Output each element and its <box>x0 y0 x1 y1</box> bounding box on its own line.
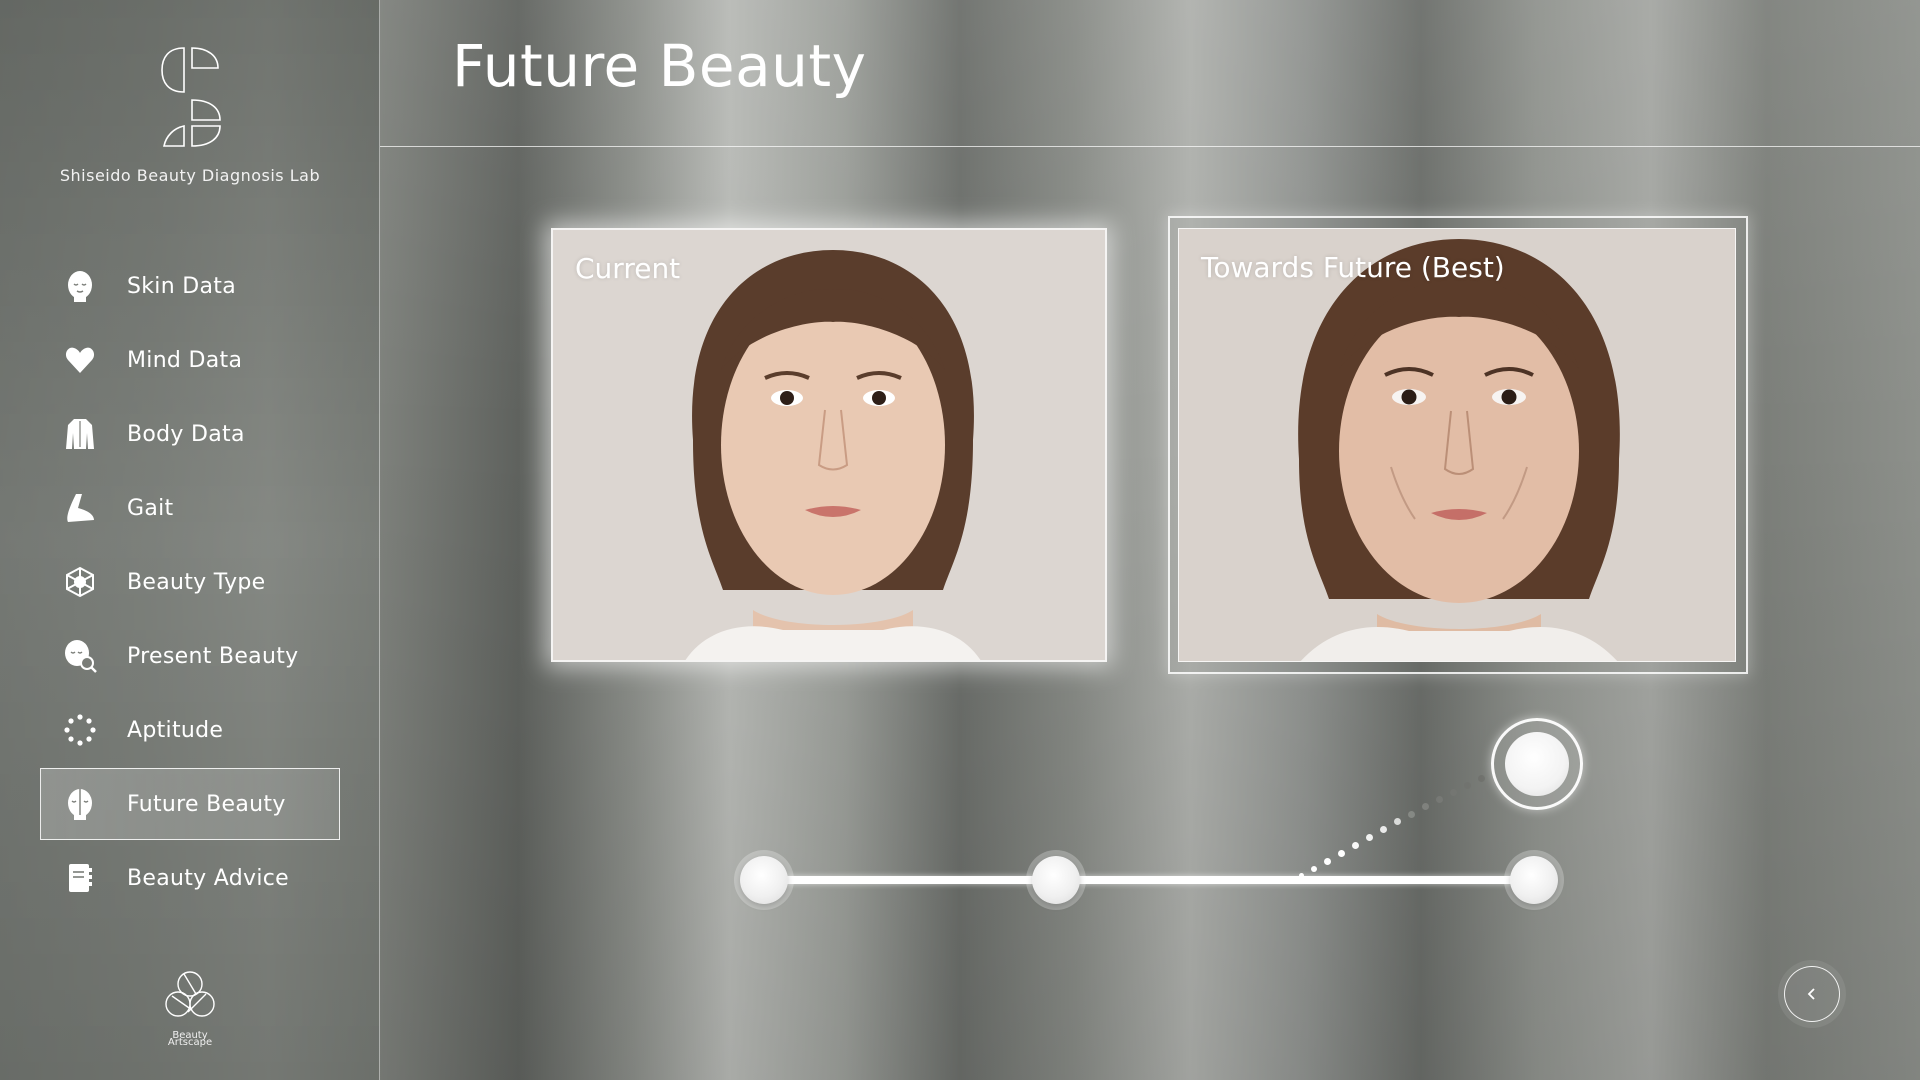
trail-dot <box>1366 834 1373 841</box>
sidebar-item-label: Present Beauty <box>127 643 299 669</box>
slider-handle-knob <box>1505 732 1569 796</box>
notebook-icon <box>63 861 97 895</box>
sidebar-item-skin-data[interactable]: Skin Data <box>40 250 340 322</box>
brand-name: Shiseido Beauty Diagnosis Lab <box>59 166 321 185</box>
sidebar-item-aptitude[interactable]: Aptitude <box>40 694 340 766</box>
heart-icon <box>63 343 97 377</box>
future-photo-panel: Towards Future (Best) <box>1178 228 1736 662</box>
trail-dot <box>1311 866 1317 872</box>
sidebar-item-label: Future Beauty <box>127 791 286 817</box>
sidebar-item-beauty-advice[interactable]: Beauty Advice <box>40 842 340 914</box>
footer-logo-text-2: Artscape <box>167 1037 213 1048</box>
sidebar-item-label: Gait <box>127 495 174 521</box>
sidebar-item-label: Beauty Advice <box>127 865 289 891</box>
current-portrait-image <box>553 230 1105 660</box>
torso-icon <box>63 417 97 451</box>
page-title: Future Beauty <box>452 32 867 100</box>
trail-dot <box>1436 796 1443 803</box>
trail-dot <box>1464 782 1471 789</box>
trail-dot <box>1352 842 1359 849</box>
chevron-left-icon <box>1807 988 1815 1000</box>
trail-dot <box>1478 775 1485 782</box>
foot-icon <box>63 491 97 525</box>
beauty-artscape-logo: Beauty Artscape <box>0 966 380 1048</box>
sidebar-item-gait[interactable]: Gait <box>40 472 340 544</box>
current-photo-label: Current <box>575 252 681 285</box>
brand-logo-block: Shiseido Beauty Diagnosis Lab <box>0 40 380 185</box>
beauty-artscape-logo-icon <box>165 971 215 1017</box>
sidebar: Shiseido Beauty Diagnosis Lab Skin Data … <box>0 0 380 1080</box>
sidebar-item-present-beauty[interactable]: Present Beauty <box>40 620 340 692</box>
trail-dot <box>1422 803 1429 810</box>
future-photo-label: Towards Future (Best) <box>1201 251 1505 284</box>
dotted-circle-icon <box>63 713 97 747</box>
current-photo-panel: Current <box>551 228 1107 662</box>
slider-track[interactable] <box>762 876 1542 884</box>
face-icon <box>63 269 97 303</box>
trail-dot <box>1338 850 1345 857</box>
sidebar-item-mind-data[interactable]: Mind Data <box>40 324 340 396</box>
slider-handle[interactable] <box>1491 718 1583 810</box>
slider-stop-3[interactable] <box>1510 856 1558 904</box>
sidebar-item-label: Aptitude <box>127 717 224 743</box>
shiseido-s-logo-icon <box>161 47 221 147</box>
future-portrait-image <box>1179 229 1735 661</box>
trail-dot <box>1324 858 1331 865</box>
sidebar-item-future-beauty[interactable]: Future Beauty <box>40 768 340 840</box>
trail-dot <box>1380 826 1387 833</box>
trail-dot <box>1450 789 1457 796</box>
sidebar-item-label: Skin Data <box>127 273 236 299</box>
trail-dot <box>1408 811 1415 818</box>
slider-stop-1[interactable] <box>740 856 788 904</box>
half-face-icon <box>63 787 97 821</box>
sidebar-item-label: Mind Data <box>127 347 243 373</box>
hexagon-cube-icon <box>63 565 97 599</box>
sidebar-item-label: Beauty Type <box>127 569 266 595</box>
trail-dot <box>1394 818 1401 825</box>
back-button[interactable] <box>1784 966 1840 1022</box>
face-magnifier-icon <box>63 639 97 673</box>
sidebar-nav: Skin Data Mind Data Body Data Gait Beaut… <box>40 250 340 916</box>
slider-stop-2[interactable] <box>1032 856 1080 904</box>
sidebar-item-body-data[interactable]: Body Data <box>40 398 340 470</box>
sidebar-item-beauty-type[interactable]: Beauty Type <box>40 546 340 618</box>
sidebar-item-label: Body Data <box>127 421 245 447</box>
page-header: Future Beauty <box>380 0 1920 147</box>
